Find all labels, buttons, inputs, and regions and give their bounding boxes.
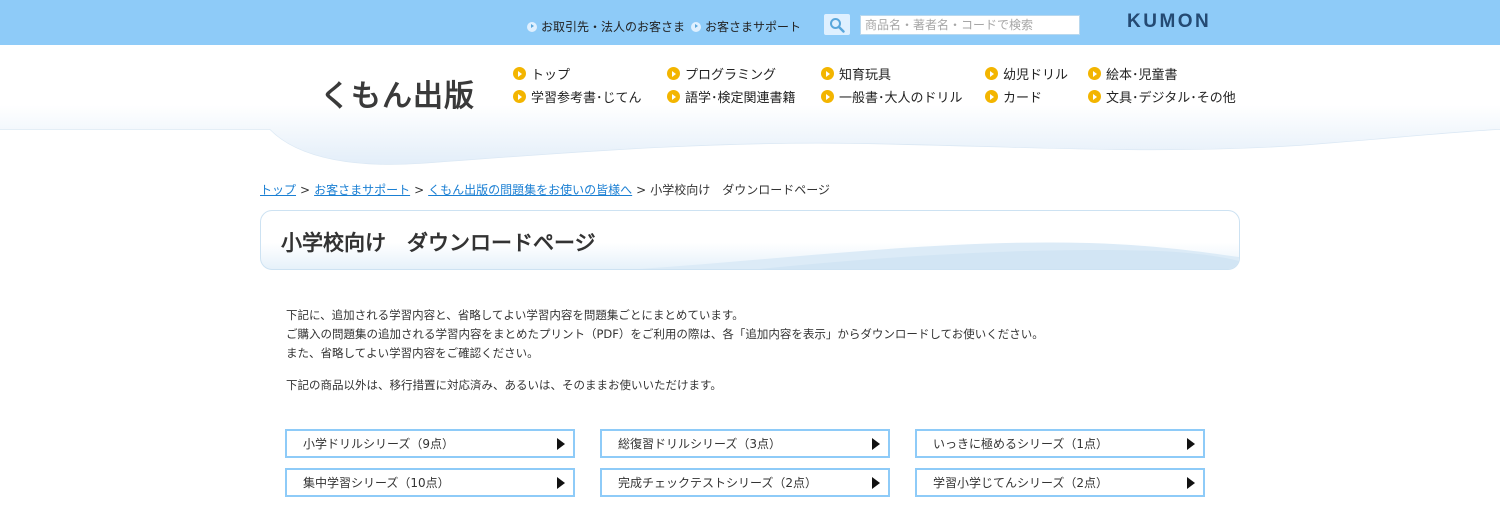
series-button-elementary-drill[interactable]: 小学ドリルシリーズ（9点） (285, 429, 575, 458)
series-button-review-drill[interactable]: 総復習ドリルシリーズ（3点） (600, 429, 890, 458)
nav-label: カード (1003, 91, 1043, 106)
title-wave-decoration (639, 242, 1239, 269)
series-label: 総復習ドリルシリーズ（3点） (618, 437, 782, 451)
kumon-publishing-logo[interactable]: くもん出版 (320, 71, 475, 115)
top-bar: お取引先・法人のお客さま お客さまサポート KUMON (0, 0, 1500, 45)
customer-support-label: お客さまサポート (705, 20, 802, 34)
series-label: 小学ドリルシリーズ（9点） (303, 437, 455, 451)
intro-note: 下記の商品以外は、移行措置に対応済み、あるいは、そのままお使いいただけます。 (286, 378, 722, 392)
series-button-intensive-study[interactable]: 集中学習シリーズ（10点） (285, 468, 575, 497)
series-label: 完成チェックテストシリーズ（2点） (618, 476, 818, 490)
triangle-right-icon (557, 477, 565, 489)
nav-label: 知育玩具 (839, 68, 892, 83)
nav-language-books[interactable]: 語学･検定関連書籍 (667, 87, 796, 106)
triangle-right-icon (872, 477, 880, 489)
chevron-right-icon (985, 90, 998, 103)
nav-label: 文具･デジタル･その他 (1106, 91, 1236, 106)
breadcrumb-link-top[interactable]: トップ (260, 183, 296, 197)
chevron-right-icon (667, 67, 680, 80)
triangle-right-icon (872, 438, 880, 450)
intro-line: また、省略してよい学習内容をご確認ください。 (286, 346, 539, 360)
intro-line: ご購入の問題集の追加される学習内容をまとめたプリント（PDF）をご利用の際は、各… (286, 327, 1044, 341)
breadcrumb: トップ > お客さまサポート > くもん出版の問題集をお使いの皆様へ > 小学校向け ダウン… (260, 181, 830, 198)
breadcrumb-link-workbook-users[interactable]: くもん出版の問題集をお使いの皆様へ (428, 183, 632, 197)
breadcrumb-link-support[interactable]: お客さまサポート (314, 183, 410, 197)
series-label: 学習小学じてんシリーズ（2点） (933, 476, 1109, 490)
chevron-right-icon (821, 90, 834, 103)
nav-cards[interactable]: カード (985, 87, 1042, 106)
nav-top[interactable]: トップ (513, 64, 570, 83)
nav-stationery-digital[interactable]: 文具･デジタル･その他 (1088, 87, 1236, 106)
chevron-right-icon (821, 67, 834, 80)
nav-label: 絵本･児童書 (1106, 68, 1178, 83)
site-header: くもん出版 トップ 学習参考書･じてん プログラミング 語学･検定関連書籍 知育… (0, 45, 1500, 170)
page-title-box: 小学校向け ダウンロードページ (260, 210, 1240, 270)
chevron-right-icon (667, 90, 680, 103)
corporate-customers-link[interactable]: お取引先・法人のお客さま (527, 18, 685, 35)
kumon-logo[interactable]: KUMON (1127, 11, 1211, 33)
chevron-right-icon (985, 67, 998, 80)
triangle-right-icon (1187, 438, 1195, 450)
breadcrumb-separator: > (300, 183, 311, 197)
corporate-customers-label: お取引先・法人のお客さま (541, 20, 686, 34)
nav-label: 学習参考書･じてん (531, 91, 642, 106)
intro-text: 下記に、追加される学習内容と、省略してよい学習内容を問題集ごとにまとめています。… (286, 306, 1044, 395)
series-label: 集中学習シリーズ（10点） (303, 476, 450, 490)
nav-label: 幼児ドリル (1003, 68, 1069, 83)
series-button-study-dictionary[interactable]: 学習小学じてんシリーズ（2点） (915, 468, 1205, 497)
breadcrumb-separator: > (636, 183, 647, 197)
search-input[interactable] (860, 15, 1080, 35)
series-label: いっきに極めるシリーズ（1点） (933, 437, 1109, 451)
nav-reference-books[interactable]: 学習参考書･じてん (513, 87, 642, 106)
chevron-right-icon (513, 67, 526, 80)
nav-preschool-drills[interactable]: 幼児ドリル (985, 64, 1068, 83)
chevron-right-icon (527, 21, 537, 32)
chevron-right-icon (513, 90, 526, 103)
page-title: 小学校向け ダウンロードページ (281, 231, 596, 255)
series-button-ikki-ni-kiwameru[interactable]: いっきに極めるシリーズ（1点） (915, 429, 1205, 458)
nav-educational-toys[interactable]: 知育玩具 (821, 64, 891, 83)
intro-line: 下記に、追加される学習内容と、省略してよい学習内容を問題集ごとにまとめています。 (286, 308, 744, 322)
chevron-right-icon (691, 21, 701, 32)
breadcrumb-separator: > (414, 183, 425, 197)
search-button[interactable] (824, 14, 850, 35)
triangle-right-icon (1187, 477, 1195, 489)
nav-label: プログラミング (685, 68, 777, 83)
customer-support-link[interactable]: お客さまサポート (691, 18, 801, 35)
nav-label: 一般書･大人のドリル (839, 91, 963, 106)
search-icon (830, 17, 845, 33)
breadcrumb-current: 小学校向け ダウンロードページ (650, 183, 830, 197)
chevron-right-icon (1088, 67, 1101, 80)
nav-programming[interactable]: プログラミング (667, 64, 776, 83)
nav-general-books[interactable]: 一般書･大人のドリル (821, 87, 963, 106)
nav-label: 語学･検定関連書籍 (685, 91, 796, 106)
series-button-check-test[interactable]: 完成チェックテストシリーズ（2点） (600, 468, 890, 497)
nav-label: トップ (531, 68, 571, 83)
triangle-right-icon (557, 438, 565, 450)
nav-picture-books[interactable]: 絵本･児童書 (1088, 64, 1178, 83)
chevron-right-icon (1088, 90, 1101, 103)
